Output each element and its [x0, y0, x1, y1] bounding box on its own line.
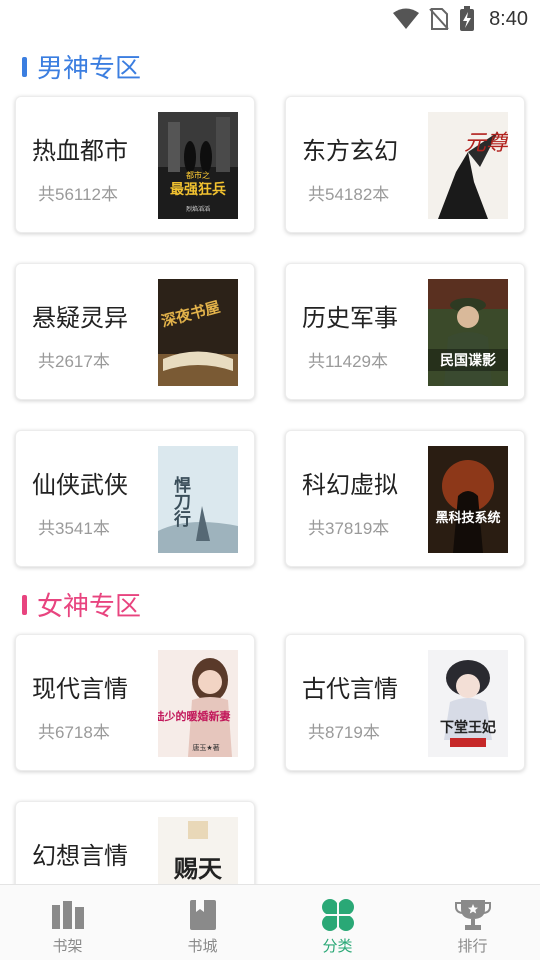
svg-text:烈焰滔滔: 烈焰滔滔 — [186, 205, 210, 213]
tab-ranking[interactable]: 排行 — [405, 885, 540, 960]
tab-label: 书架 — [52, 937, 83, 955]
category-count: 共56112本 — [38, 185, 119, 204]
category-card-scifi[interactable]: 科幻虚拟 共37819本 黑科技系统 — [285, 430, 525, 567]
category-name: 悬疑灵异 — [32, 304, 128, 332]
category-name: 历史军事 — [302, 304, 398, 332]
svg-text:赐天: 赐天 — [173, 854, 222, 883]
svg-text:下堂王妃: 下堂王妃 — [440, 719, 496, 736]
male-section-header: 男神专区 — [22, 48, 141, 85]
category-card-ancient-romance[interactable]: 古代言情 共8719本 下堂王妃 — [285, 634, 525, 771]
bottom-tab-bar: 书架 书城 分类 排行 — [0, 884, 540, 960]
category-card-history[interactable]: 历史军事 共11429本 民国谍影 — [285, 263, 525, 400]
category-count: 共6718本 — [38, 723, 110, 742]
svg-text:元尊: 元尊 — [464, 131, 508, 156]
category-count: 共3541本 — [38, 519, 110, 538]
svg-text:黑科技系统: 黑科技系统 — [435, 510, 500, 526]
svg-text:陆少的暖婚新妻: 陆少的暖婚新妻 — [158, 709, 231, 723]
category-name: 古代言情 — [302, 675, 398, 703]
section-marker — [22, 56, 27, 77]
category-card-modern-romance[interactable]: 现代言情 共6718本 陆少的暖婚新妻 唐玉★著 — [15, 634, 255, 771]
tab-label: 排行 — [457, 937, 488, 955]
tab-bookshelf[interactable]: 书架 — [0, 885, 135, 960]
category-count: 共8719本 — [308, 723, 380, 742]
book-cover: 悍刀行 — [158, 446, 238, 553]
book-cover: 黑科技系统 — [428, 446, 508, 553]
category-count: 共37819本 — [308, 519, 390, 538]
category-card-mystery[interactable]: 悬疑灵异 共2617本 深夜书屋 — [15, 263, 255, 400]
book-cover: 深夜书屋 — [158, 279, 238, 386]
book-cover: 赐天 — [158, 817, 238, 884]
category-count: 共54182本 — [308, 185, 390, 204]
book-cover: 都市之 最强狂兵 烈焰滔滔 — [158, 112, 238, 219]
tab-label: 书城 — [187, 937, 218, 955]
category-card-fantasy-romance[interactable]: 幻想言情 赐天 — [15, 801, 255, 884]
category-name: 科幻虚拟 — [302, 471, 398, 499]
svg-text:最强狂兵: 最强狂兵 — [170, 181, 226, 198]
svg-text:唐玉★著: 唐玉★著 — [192, 743, 219, 752]
book-cover: 民国谍影 — [428, 279, 508, 386]
category-name: 热血都市 — [32, 137, 128, 165]
clock: 8:40 — [489, 7, 528, 30]
svg-text:悍刀行: 悍刀行 — [170, 475, 192, 528]
no-sim-icon — [429, 8, 449, 30]
tab-bookstore[interactable]: 书城 — [135, 885, 270, 960]
category-scroll-area[interactable]: 男神专区 热血都市 共56112本 都市之 最强狂兵 烈焰滔滔 东方玄幻 共54… — [0, 36, 540, 884]
category-name: 幻想言情 — [32, 842, 128, 870]
category-card-urban[interactable]: 热血都市 共56112本 都市之 最强狂兵 烈焰滔滔 — [15, 96, 255, 233]
section-marker — [22, 594, 27, 615]
tab-label: 分类 — [322, 937, 353, 955]
section-title: 女神专区 — [37, 592, 142, 622]
ranking-icon — [454, 900, 491, 930]
category-name: 仙侠武侠 — [32, 471, 128, 499]
book-cover: 陆少的暖婚新妻 唐玉★著 — [158, 650, 238, 757]
category-count: 共11429本 — [308, 352, 389, 371]
svg-text:民国谍影: 民国谍影 — [440, 352, 496, 369]
bookstore-icon — [189, 900, 216, 930]
battery-charging-icon — [460, 6, 475, 31]
category-name: 现代言情 — [32, 675, 128, 703]
status-bar: 8:40 — [0, 0, 540, 36]
svg-text:都市之: 都市之 — [186, 170, 210, 180]
tab-category[interactable]: 分类 — [270, 885, 405, 960]
book-cover: 元尊 — [428, 112, 508, 219]
category-icon — [321, 899, 354, 931]
section-title: 男神专区 — [37, 54, 142, 84]
category-card-xianxia[interactable]: 仙侠武侠 共3541本 悍刀行 — [15, 430, 255, 567]
category-name: 东方玄幻 — [302, 137, 398, 165]
book-cover: 下堂王妃 — [428, 650, 508, 757]
category-count: 共2617本 — [38, 352, 110, 371]
category-card-fantasy[interactable]: 东方玄幻 共54182本 元尊 — [285, 96, 525, 233]
female-section-header: 女神专区 — [22, 586, 141, 623]
wifi-icon — [393, 8, 420, 29]
bookshelf-icon — [51, 901, 84, 929]
